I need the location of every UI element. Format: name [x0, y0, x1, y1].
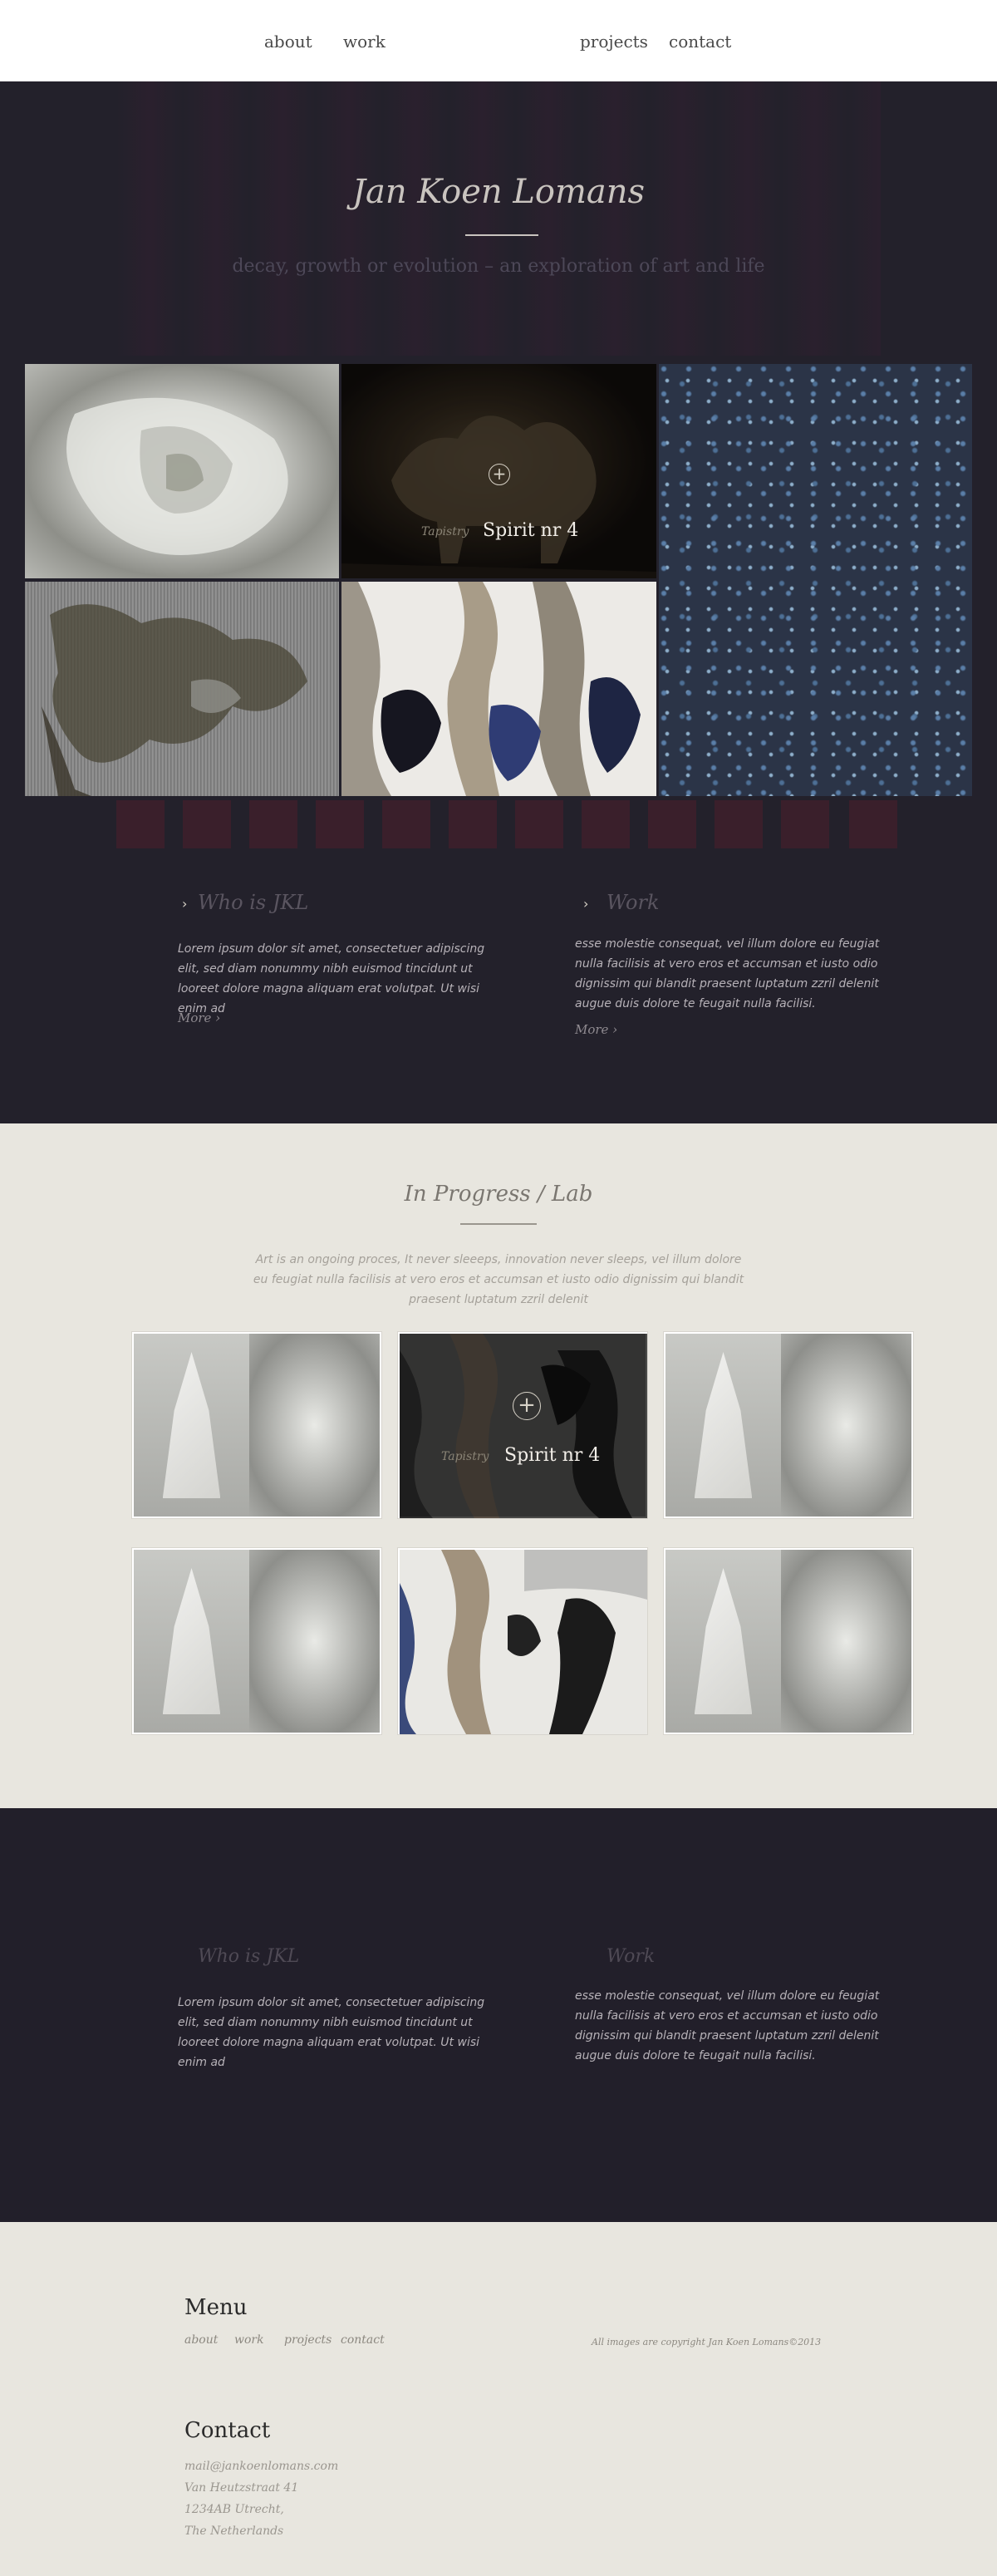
work-heading[interactable]: Work	[607, 891, 660, 914]
lab-image-abstract-leaves	[400, 1550, 647, 1734]
lab-card[interactable]	[131, 1547, 382, 1735]
lab-image-sculpture-and-rose	[134, 1334, 380, 1517]
artwork-gallery: + Tapistry Spirit nr 4	[25, 364, 972, 796]
who-is-jkl-text: Lorem ipsum dolor sit amet, consectetuer…	[178, 942, 485, 1015]
lab-card[interactable]	[663, 1331, 914, 1519]
gallery-thumbnail[interactable]	[648, 800, 696, 848]
abstract-leaves-artwork	[341, 582, 656, 796]
contact-address-country: The Netherlands	[184, 2524, 284, 2538]
gallery-thumbnail[interactable]	[449, 800, 497, 848]
gallery-tile-grey-textile[interactable]	[25, 582, 339, 796]
footer-link-about[interactable]: about	[184, 2333, 218, 2347]
lab-card[interactable]	[663, 1547, 914, 1735]
lab-image-sculpture-and-rose	[665, 1334, 911, 1517]
site-title: Jan Koen Lomans	[351, 173, 646, 211]
gallery-thumbnail[interactable]	[382, 800, 430, 848]
gallery-tile-spirit-nr-4[interactable]: + Tapistry Spirit nr 4	[341, 364, 656, 578]
footer-link-contact[interactable]: contact	[341, 2333, 385, 2347]
gallery-thumbnail[interactable]	[249, 800, 297, 848]
lab-card-spirit-nr-4[interactable]: + Tapistry Spirit nr 4	[397, 1331, 648, 1519]
artwork-title: Spirit nr 4	[483, 520, 579, 541]
footer: Menu about work projects contact All ima…	[0, 2222, 997, 2576]
lab-card[interactable]	[397, 1547, 648, 1735]
gallery-thumbnail[interactable]	[715, 800, 763, 848]
work-more-link[interactable]: More ›	[575, 1022, 617, 1037]
gallery-thumbnail[interactable]	[116, 800, 165, 848]
chevron-right-icon: ›	[583, 896, 589, 912]
footer-contact-heading: Contact	[184, 2418, 271, 2443]
copyright-notice: All images are copyright Jan Koen Lomans…	[592, 2337, 822, 2347]
more-label: More	[575, 1022, 609, 1037]
site-tagline: decay, growth or evolution – an explorat…	[232, 256, 765, 277]
artwork-category: Tapistry	[441, 1450, 489, 1463]
lab-intro-text: Art is an ongoing proces, It never sleee…	[253, 1253, 744, 1306]
artwork-category: Tapistry	[421, 525, 469, 538]
zoom-plus-icon[interactable]: +	[513, 1392, 541, 1420]
footer-link-work[interactable]: work	[234, 2333, 264, 2347]
gallery-tile-white-rose[interactable]	[25, 364, 339, 578]
gallery-tile-blue-texture[interactable]	[659, 364, 972, 796]
gallery-thumbnail[interactable]	[582, 800, 630, 848]
hero-background-pattern	[116, 81, 881, 356]
lab-image-grid: + Tapistry Spirit nr 4	[131, 1331, 914, 1747]
lab-image-sculpture-and-rose	[134, 1550, 380, 1733]
who-is-jkl-text: Lorem ipsum dolor sit amet, consectetuer…	[178, 1996, 485, 2069]
nav-link-work[interactable]: work	[343, 32, 386, 52]
gallery-thumbnail[interactable]	[316, 800, 364, 848]
nav-link-about[interactable]: about	[264, 32, 312, 52]
more-label: More	[178, 1010, 212, 1025]
white-rose-artwork	[66, 397, 288, 555]
top-navigation: about work projects contact	[0, 0, 997, 81]
footer-menu-heading: Menu	[184, 2295, 248, 2320]
who-is-jkl-heading[interactable]: Who is JKL	[198, 1946, 299, 1967]
lab-card[interactable]	[131, 1331, 382, 1519]
lab-image-dark-abstract: + Tapistry Spirit nr 4	[400, 1334, 647, 1518]
artwork-title: Spirit nr 4	[504, 1445, 601, 1466]
gallery-thumbnail[interactable]	[515, 800, 563, 848]
nav-link-contact[interactable]: contact	[669, 32, 731, 52]
work-heading[interactable]: Work	[607, 1946, 655, 1967]
work-text: esse molestie consequat, vel illum dolor…	[575, 937, 880, 1010]
footer-link-projects[interactable]: projects	[284, 2333, 332, 2347]
contact-address-city: 1234AB Utrecht,	[184, 2503, 284, 2516]
work-text: esse molestie consequat, vel illum dolor…	[575, 1989, 880, 2062]
contact-email[interactable]: mail@jankoenlomans.com	[184, 2460, 338, 2473]
chevron-right-icon: ›	[612, 1022, 618, 1037]
gallery-thumbnail[interactable]	[781, 800, 829, 848]
gallery-tile-abstract-leaves[interactable]	[341, 582, 656, 796]
chevron-right-icon: ›	[182, 896, 188, 912]
chevron-right-icon: ›	[215, 1010, 221, 1025]
gallery-thumbnail[interactable]	[183, 800, 231, 848]
gallery-thumbnail-strip	[116, 800, 897, 848]
title-divider	[465, 234, 538, 236]
tile-hover-overlay	[400, 1334, 646, 1517]
grey-textile-artwork	[42, 604, 307, 796]
who-is-jkl-more-link[interactable]: More ›	[178, 1010, 220, 1025]
hero-section: Jan Koen Lomans decay, growth or evoluti…	[0, 81, 997, 1123]
lab-title: In Progress / Lab	[404, 1182, 593, 1207]
zoom-plus-icon[interactable]: +	[489, 464, 510, 485]
in-progress-lab-section: In Progress / Lab Art is an ongoing proc…	[0, 1123, 997, 1808]
lab-image-sculpture-and-rose	[665, 1550, 911, 1733]
who-is-jkl-heading[interactable]: Who is JKL	[198, 891, 308, 914]
nav-link-projects[interactable]: projects	[580, 32, 648, 52]
abstract-leaves-artwork	[400, 1550, 647, 1734]
gallery-thumbnail[interactable]	[849, 800, 897, 848]
info-section: Who is JKL Lorem ipsum dolor sit amet, c…	[0, 1808, 997, 2222]
lab-title-divider	[460, 1223, 537, 1225]
contact-address-street: Van Heutzstraat 41	[184, 2481, 299, 2495]
